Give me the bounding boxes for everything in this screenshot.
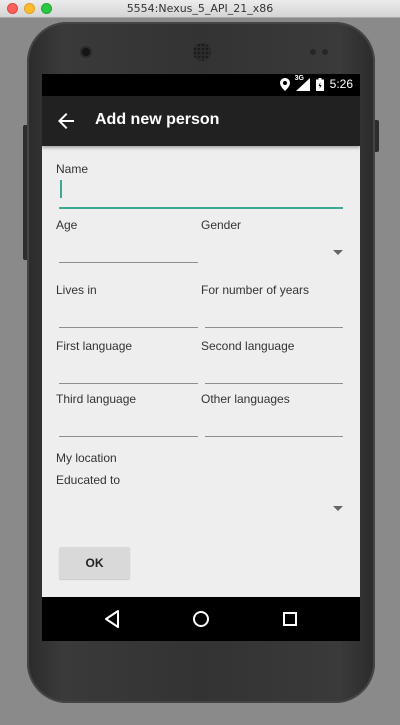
page-title: Add new person — [95, 111, 220, 128]
nav-back-icon[interactable] — [102, 608, 124, 630]
text-cursor — [60, 180, 62, 198]
battery-icon — [315, 77, 324, 91]
gender-spinner[interactable] — [201, 236, 346, 263]
second-language-label: Second language — [201, 339, 295, 353]
proximity-sensor — [310, 49, 316, 55]
window-titlebar: 5554:Nexus_5_API_21_x86 — [0, 0, 400, 18]
first-language-label: First language — [56, 339, 133, 353]
window-title: 5554:Nexus_5_API_21_x86 — [126, 2, 274, 15]
dropdown-arrow-icon — [333, 250, 343, 255]
age-label: Age — [56, 218, 78, 232]
third-language-label: Third language — [56, 392, 137, 406]
years-label: For number of years — [201, 283, 310, 297]
age-input-underline — [59, 262, 198, 263]
third-language-input[interactable] — [59, 410, 198, 437]
educated-to-label: Educated to — [56, 473, 121, 487]
other-languages-input-underline — [205, 436, 343, 437]
other-languages-label: Other languages — [201, 392, 290, 406]
lives-in-input-underline — [59, 327, 198, 328]
my-location-label[interactable]: My location — [56, 451, 117, 465]
other-languages-input[interactable] — [205, 410, 343, 437]
gender-label: Gender — [201, 218, 242, 232]
nav-recents-icon[interactable] — [279, 608, 301, 630]
third-language-input-underline — [59, 436, 198, 437]
second-language-input-underline — [205, 383, 343, 384]
phone-power-button — [375, 120, 379, 152]
location-icon — [279, 77, 290, 91]
front-camera — [82, 48, 90, 56]
dropdown-arrow-icon — [333, 506, 343, 511]
light-sensor — [322, 49, 328, 55]
app-bar: Add new person — [42, 96, 360, 146]
first-language-input-underline — [59, 383, 198, 384]
back-arrow-icon[interactable] — [54, 109, 78, 133]
navigation-bar — [42, 597, 360, 641]
name-label: Name — [56, 162, 89, 176]
signal-label: 3G — [294, 74, 304, 82]
earpiece-speaker — [193, 43, 211, 61]
educated-to-spinner[interactable] — [56, 491, 346, 521]
device-screen: 3G 5:26 Add new person Name Age Gender L… — [42, 74, 360, 597]
nav-home-icon[interactable] — [190, 608, 212, 630]
status-time: 5:26 — [329, 77, 353, 91]
status-bar: 3G 5:26 — [42, 74, 360, 96]
first-language-input[interactable] — [59, 357, 198, 384]
person-form: Name Age Gender Lives in For number of y… — [42, 146, 360, 597]
signal-icon: 3G — [294, 74, 310, 91]
name-input-underline — [59, 207, 343, 209]
years-input-underline — [205, 327, 343, 328]
lives-in-input[interactable] — [59, 301, 198, 328]
age-input[interactable] — [59, 236, 198, 263]
second-language-input[interactable] — [205, 357, 343, 384]
ok-button[interactable]: OK — [59, 547, 130, 579]
years-input[interactable] — [205, 301, 343, 328]
lives-in-label: Lives in — [56, 283, 97, 297]
name-input[interactable] — [59, 180, 343, 210]
